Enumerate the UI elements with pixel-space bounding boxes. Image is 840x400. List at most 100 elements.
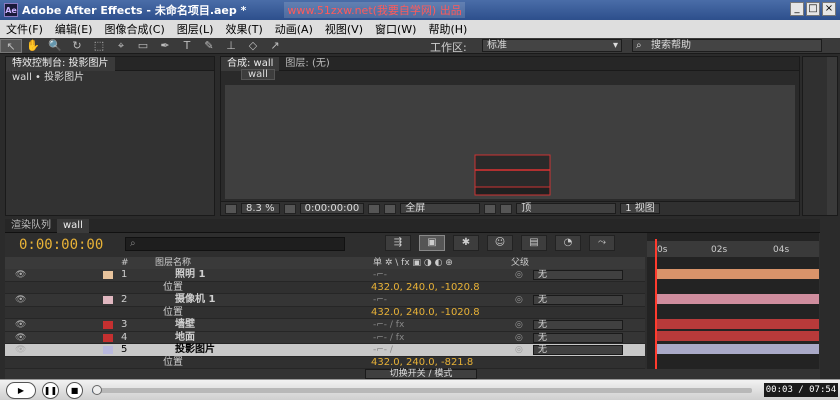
layer-bar-camera[interactable] [657, 294, 819, 304]
pause-button[interactable]: ❚❚ [42, 382, 59, 399]
layer-bar-light[interactable] [657, 269, 819, 279]
motion-blur-icon[interactable]: ◔ [555, 235, 581, 251]
brush-tool-icon[interactable]: ✎ [198, 39, 220, 53]
eraser-tool-icon[interactable]: ◇ [242, 39, 264, 53]
stop-button[interactable]: ■ [66, 382, 83, 399]
layer-name[interactable]: 投影图片 [175, 344, 215, 356]
comp-timecode[interactable]: 0:00:00:00 [299, 203, 365, 214]
vertical-scrollbar[interactable] [827, 57, 837, 215]
puppet-tool-icon[interactable]: ↗ [264, 39, 286, 53]
frame-blending-icon[interactable]: ▤ [521, 235, 547, 251]
tab-layer[interactable]: 图层: (无) [279, 57, 335, 71]
eye-icon[interactable]: 👁 [15, 344, 26, 356]
property-row-position[interactable]: 位置 432.0, 240.0, -1020.8 [5, 281, 645, 294]
property-row-position[interactable]: 位置 432.0, 240.0, -1020.8 [5, 306, 645, 319]
layer-search-input[interactable]: ⌕ [125, 237, 345, 251]
switch-icon[interactable]: -⌐- [373, 294, 387, 306]
resolution-select[interactable]: 全屏 [400, 203, 481, 214]
property-value[interactable]: 432.0, 240.0, -1020.8 [371, 282, 480, 294]
region-of-interest-icon[interactable] [484, 203, 497, 214]
switch-icon[interactable]: -⌐- / [373, 344, 393, 356]
timeline-graph-area[interactable]: 0s 02s 04s [647, 233, 819, 379]
layer-bar-projection[interactable] [657, 344, 819, 354]
transparency-grid-icon[interactable] [500, 203, 513, 214]
menu-edit[interactable]: 编辑(E) [49, 21, 99, 37]
parent-select[interactable]: 无 [533, 345, 623, 355]
composition-viewer[interactable]: ✳ [225, 85, 795, 222]
zoom-select[interactable]: 8.3 % [241, 203, 280, 214]
close-button[interactable]: × [822, 2, 836, 16]
selection-tool-icon[interactable]: ↖ [0, 38, 22, 53]
tab-render-queue[interactable]: 渲染队列 [5, 219, 57, 233]
views-layout-select[interactable]: 1 视图 [620, 203, 660, 214]
layer-name[interactable]: 照明 1 [175, 269, 205, 281]
time-ruler[interactable]: 0s 02s 04s [647, 241, 819, 257]
property-value[interactable]: 432.0, 240.0, -821.8 [371, 357, 473, 369]
zoom-tool-icon[interactable]: 🔍 [44, 39, 66, 53]
help-search-input[interactable]: ⌕ 搜索帮助 [632, 39, 822, 52]
hand-tool-icon[interactable]: ✋ [22, 39, 44, 53]
menu-layer[interactable]: 图层(L) [171, 21, 220, 37]
label-color-swatch[interactable] [103, 321, 113, 329]
toggle-switches-modes-button[interactable]: 切换开关 / 模式 [365, 369, 477, 379]
graph-editor-icon[interactable]: ⤳ [589, 235, 615, 251]
menu-effect[interactable]: 效果(T) [219, 21, 268, 37]
parent-link-icon[interactable]: ◎ [515, 332, 523, 344]
maximize-button[interactable]: □ [806, 2, 820, 16]
parent-select[interactable]: 无 [533, 332, 623, 343]
progress-knob[interactable] [92, 385, 102, 395]
layer-row-projection-image[interactable]: 👁 5 投影图片 -⌐- / ◎ 无 [5, 344, 645, 357]
parent-select[interactable]: 无 [533, 320, 623, 330]
layer-row-wall[interactable]: 👁 3 墙壁 -⌐- / fx ◎ 无 [5, 319, 645, 332]
layer-name[interactable]: 墙壁 [175, 319, 195, 331]
view-select[interactable]: 顶 [516, 203, 617, 214]
property-row-position[interactable]: 位置 432.0, 240.0, -821.8 [5, 356, 645, 369]
menu-animation[interactable]: 动画(A) [269, 21, 319, 37]
camera-tool-icon[interactable]: ⬚ [88, 39, 110, 53]
composition-chip[interactable]: wall [241, 69, 275, 80]
draft-3d-icon[interactable]: ✱ [453, 235, 479, 251]
eye-icon[interactable]: 👁 [15, 269, 26, 281]
parent-link-icon[interactable]: ◎ [515, 344, 523, 356]
parent-link-icon[interactable]: ◎ [515, 319, 523, 331]
rotate-tool-icon[interactable]: ↻ [66, 39, 88, 53]
layer-name[interactable]: 摄像机 1 [175, 294, 215, 306]
tab-wall-timeline[interactable]: wall [57, 218, 89, 233]
layer-name[interactable]: 地面 [175, 332, 195, 344]
current-time-indicator[interactable] [655, 239, 657, 373]
anchor-tool-icon[interactable]: ⌖ [110, 39, 132, 53]
switch-icon[interactable]: -⌐- / fx [373, 319, 404, 331]
pen-tool-icon[interactable]: ✒ [154, 39, 176, 53]
property-value[interactable]: 432.0, 240.0, -1020.8 [371, 307, 480, 319]
menu-view[interactable]: 视图(V) [319, 21, 369, 37]
grid-toggle-icon[interactable] [225, 203, 237, 214]
tab-effect-controls[interactable]: 特效控制台: 投影图片 [6, 56, 115, 71]
layer-bar-ground[interactable] [657, 331, 819, 341]
layer-row-light[interactable]: 👁 1 照明 1 -⌐- ◎ 无 [5, 269, 645, 282]
label-color-swatch[interactable] [103, 333, 113, 342]
parent-select[interactable]: 无 [533, 295, 623, 305]
eye-icon[interactable]: 👁 [15, 319, 26, 331]
playback-progress-bar[interactable] [92, 385, 752, 395]
play-button[interactable]: ▶ [6, 382, 36, 399]
parent-link-icon[interactable]: ◎ [515, 294, 523, 306]
minimize-button[interactable]: _ [790, 2, 804, 16]
color-channel-icon[interactable] [384, 203, 397, 214]
comp-mini-flowchart-icon[interactable]: ⇶ [385, 235, 411, 251]
live-update-icon[interactable]: ▣ [419, 235, 445, 251]
menu-file[interactable]: 文件(F) [0, 21, 49, 37]
menu-composition[interactable]: 图像合成(C) [98, 21, 170, 37]
menu-help[interactable]: 帮助(H) [422, 21, 473, 37]
timeline-timecode[interactable]: 0:00:00:00 [19, 237, 103, 253]
switch-icon[interactable]: -⌐- / fx [373, 332, 404, 344]
label-color-swatch[interactable] [103, 296, 113, 304]
parent-link-icon[interactable]: ◎ [515, 269, 523, 281]
label-color-swatch[interactable] [103, 271, 113, 279]
layer-row-camera[interactable]: 👁 2 摄像机 1 -⌐- ◎ 无 [5, 294, 645, 307]
switch-icon[interactable]: -⌐- [373, 269, 387, 281]
clone-tool-icon[interactable]: ⊥ [220, 39, 242, 53]
workspace-select[interactable]: 标准 ▾ [482, 39, 622, 52]
parent-select[interactable]: 无 [533, 270, 623, 280]
shy-layers-icon[interactable]: ☺ [487, 235, 513, 251]
safe-zones-icon[interactable] [283, 203, 296, 214]
